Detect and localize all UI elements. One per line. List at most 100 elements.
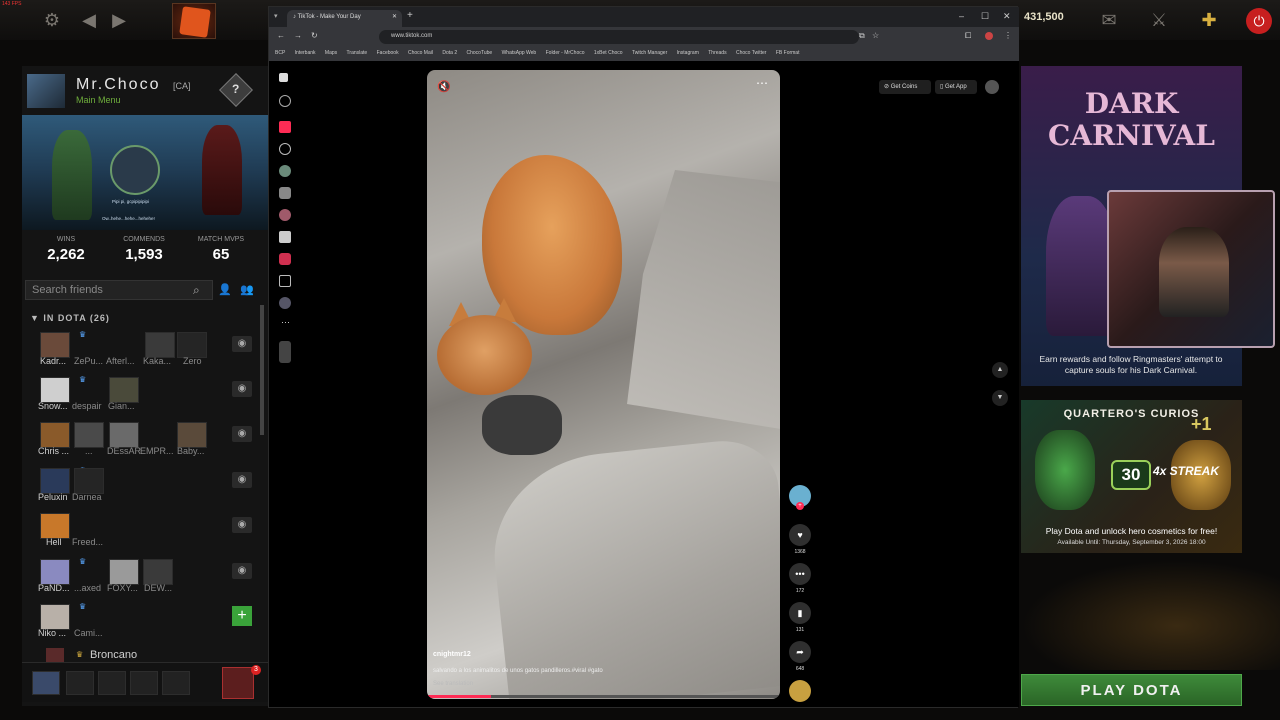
- bookmark-action[interactable]: ▮ 131: [789, 602, 811, 633]
- bookmark-item[interactable]: Translate: [347, 47, 368, 56]
- spectate-eye-icon[interactable]: ◉: [232, 426, 252, 442]
- avatar[interactable]: [40, 422, 70, 448]
- party-slot-empty[interactable]: [130, 671, 158, 695]
- forward-arrow-icon[interactable]: ▶: [108, 9, 130, 31]
- settings-gear-icon[interactable]: ⚙: [41, 9, 63, 31]
- share-icon[interactable]: ➦: [789, 641, 811, 663]
- avatar[interactable]: [74, 468, 104, 494]
- bookmark-item[interactable]: Choco Twitter: [736, 47, 766, 56]
- mute-icon[interactable]: 🔇: [437, 80, 451, 93]
- avatar[interactable]: [40, 468, 70, 494]
- profile-icon[interactable]: [985, 32, 993, 40]
- dota-logo-button[interactable]: [172, 3, 216, 39]
- upload-icon[interactable]: [279, 275, 291, 287]
- like-action[interactable]: ♥ 1368: [789, 524, 811, 555]
- avatar[interactable]: [46, 648, 64, 662]
- avatar[interactable]: [109, 377, 139, 403]
- avatar[interactable]: [109, 559, 139, 585]
- spectate-eye-icon[interactable]: ◉: [232, 381, 252, 397]
- avatar[interactable]: [143, 559, 173, 585]
- spectate-eye-icon[interactable]: ◉: [232, 336, 252, 352]
- bookmark-icon[interactable]: ▮: [789, 602, 811, 624]
- reload-icon[interactable]: ↻: [311, 31, 318, 40]
- close-window-icon[interactable]: ✕: [1003, 11, 1011, 22]
- mail-icon[interactable]: ✉: [1098, 9, 1120, 31]
- add-friend-icon[interactable]: 👤: [218, 283, 232, 296]
- bookmark-item[interactable]: Threads: [708, 47, 726, 56]
- avatar[interactable]: [40, 377, 70, 403]
- video-author[interactable]: cnightmr12: [433, 651, 471, 658]
- bookmark-item[interactable]: WhatsApp Web: [502, 47, 537, 56]
- activity-icon[interactable]: [279, 253, 291, 265]
- friend-row[interactable]: ♛ Peluxin Darnea ◉: [22, 466, 262, 512]
- bookmark-item[interactable]: Instagram: [677, 47, 699, 56]
- previous-video-icon[interactable]: ▲: [992, 362, 1008, 378]
- install-app-icon[interactable]: ⧉: [859, 31, 865, 41]
- heart-icon[interactable]: ♥: [789, 524, 811, 546]
- friend-row[interactable]: Chris ... ... DEssAR EMPR... Baby... ◉: [22, 422, 262, 466]
- bookmark-item[interactable]: Folder - MrChoco: [546, 47, 585, 56]
- bookmark-item[interactable]: ChocoTube: [467, 47, 493, 56]
- friend-row[interactable]: ♛ Kadr... ZePu... Afterl... Kaka... Zero…: [22, 330, 262, 376]
- bookmark-star-icon[interactable]: ☆: [872, 31, 879, 40]
- next-video-icon[interactable]: ▼: [992, 390, 1008, 406]
- avatar[interactable]: [32, 671, 60, 695]
- spectate-eye-icon[interactable]: ◉: [232, 472, 252, 488]
- friend-groups-icon[interactable]: 👥: [240, 283, 254, 296]
- friends-icon[interactable]: [279, 187, 291, 199]
- avatar[interactable]: [40, 559, 70, 585]
- sidebar-toggle-icon[interactable]: [279, 73, 288, 82]
- avatar[interactable]: [40, 604, 70, 630]
- friends-scrollbar[interactable]: [260, 305, 264, 435]
- extensions-icon[interactable]: ⧠: [965, 31, 971, 41]
- party-slot-empty[interactable]: [162, 671, 190, 695]
- bookmark-item[interactable]: Dota 2: [442, 47, 457, 56]
- invite-plus-button[interactable]: +: [232, 606, 252, 626]
- search-icon[interactable]: [279, 95, 291, 107]
- close-tab-icon[interactable]: ✕: [392, 13, 397, 20]
- avatar[interactable]: [145, 332, 175, 358]
- bookmark-item[interactable]: Maps: [325, 47, 337, 56]
- search-friends-input[interactable]: Search friends: [25, 280, 213, 300]
- avatar[interactable]: [177, 422, 207, 448]
- spectate-eye-icon[interactable]: ◉: [232, 563, 252, 579]
- back-arrow-icon[interactable]: ◀: [78, 9, 100, 31]
- search-icon[interactable]: ⌕: [193, 283, 200, 298]
- party-slot-empty[interactable]: [98, 671, 126, 695]
- music-disc[interactable]: [789, 680, 811, 702]
- bookmark-item[interactable]: 1xBet Choco: [594, 47, 623, 56]
- profile-avatar-icon[interactable]: [279, 297, 291, 309]
- live-avatar-icon[interactable]: [279, 209, 291, 221]
- profile-header[interactable]: Mr.Choco [CA] Main Menu ?: [22, 70, 268, 110]
- maximize-icon[interactable]: ☐: [981, 11, 989, 22]
- friend-row[interactable]: Hell Freed... ◉: [22, 513, 262, 557]
- play-dota-button[interactable]: PLAY DOTA: [1021, 674, 1242, 706]
- avatar[interactable]: [40, 332, 70, 358]
- plus-subscription-icon[interactable]: ✚: [1198, 9, 1220, 31]
- bookmark-item[interactable]: FB Format: [776, 47, 800, 56]
- url-input[interactable]: www.tiktok.com: [379, 30, 859, 44]
- app-qr-icon[interactable]: [279, 341, 291, 363]
- bookmark-item[interactable]: Choco Mail: [408, 47, 433, 56]
- party-slot-empty[interactable]: [66, 671, 94, 695]
- following-avatar-icon[interactable]: [279, 165, 291, 177]
- tab-search-icon[interactable]: ▾: [274, 12, 278, 20]
- avatar[interactable]: [109, 422, 139, 448]
- exit-power-icon[interactable]: ⏻: [1246, 8, 1272, 34]
- forward-icon[interactable]: →: [294, 31, 302, 40]
- tab-tiktok[interactable]: ♪ TikTok - Make Your Day ✕: [287, 10, 402, 27]
- chat-avatar-button[interactable]: [222, 667, 254, 699]
- avatar[interactable]: [177, 332, 207, 358]
- bookmark-item[interactable]: Twitch Manager: [632, 47, 667, 56]
- armory-icon[interactable]: ⚔: [1148, 9, 1170, 31]
- music-disc-icon[interactable]: [789, 680, 811, 702]
- video-more-icon[interactable]: ⋯: [756, 76, 768, 90]
- friend-row[interactable]: ♛ PaND... ...axed FOXY... DEW... ◉: [22, 557, 262, 603]
- messages-icon[interactable]: [279, 231, 291, 243]
- spectate-eye-icon[interactable]: ◉: [232, 517, 252, 533]
- video-progress-bar[interactable]: [427, 695, 780, 698]
- browser-menu-icon[interactable]: ⋮: [1004, 31, 1012, 40]
- creator-avatar[interactable]: +: [789, 485, 811, 510]
- quarteros-curios-banner[interactable]: QUARTERO'S CURIOS +1 30 4x STREAK Play D…: [1021, 400, 1242, 553]
- minimize-icon[interactable]: –: [959, 11, 964, 21]
